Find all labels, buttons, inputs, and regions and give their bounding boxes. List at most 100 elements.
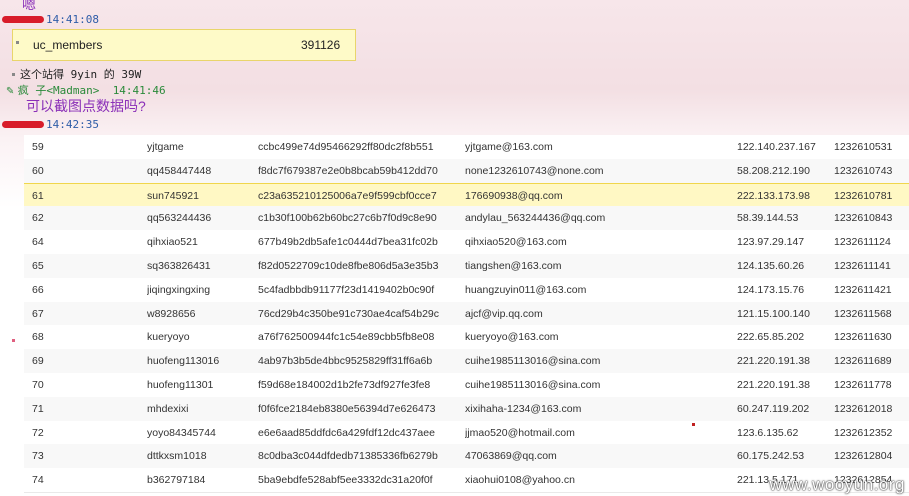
cell-ip: 222.133.173.98 [737,189,810,202]
cell-password-hash: c1b30f100b62b60bc27c6b7f0d9c8e90 [258,212,437,225]
cell-email: cuihe1985113016@sina.com [465,355,601,368]
cell-email: xixihaha-1234@163.com [465,402,582,415]
cell-ip: 221.220.191.38 [737,355,810,368]
cell-email: huangzuyin011@163.com [465,283,587,296]
cell-timestamp: 1232610743 [834,164,893,177]
table-name: uc_members [33,38,103,52]
cell-password-hash: f8dc7f679387e2e0b8bcab59b412dd70 [258,164,438,177]
cell-timestamp: 1232612804 [834,450,893,463]
cell-password-hash: 8c0dba3c044dfdedb71385336fb6279b [258,450,438,463]
cell-id: 74 [32,474,44,487]
table-row: 72 yoyo84345744 e6e6aad85ddfdc6a429fdf12dc… [24,420,909,446]
watermark: www.wooyun.org [769,475,905,494]
cell-username: yoyo84345744 [147,426,216,439]
timestamp: 14:42:35 [46,118,99,131]
cell-username: qq458447448 [147,164,212,177]
cell-id: 67 [32,307,44,320]
stray-dot [12,339,15,342]
cell-id: 68 [32,331,44,344]
cell-password-hash: 5c4fadbbdb91177f23d1419402b0c90f [258,283,435,296]
cell-id: 70 [32,379,44,391]
cell-ip: 222.65.85.202 [737,331,805,344]
cell-password-hash: 5ba9ebdfe528abf5ee3332dc31a20f0f [258,474,433,487]
cell-id: 65 [32,260,44,272]
cell-password-hash: c23a635210125006a7e9f599cbf0cce7 [258,189,437,202]
cell-id: 71 [32,402,44,415]
cell-email: tiangshen@163.com [465,260,562,272]
cell-username: dttkxsm1018 [147,450,207,463]
uc-members-box: uc_members 391126 [12,29,356,61]
cell-id: 62 [32,212,44,225]
cell-timestamp: 1232611141 [834,260,891,272]
chat-timestamp-line: 14:41:08 [2,12,99,26]
cell-username: jiqingxingxing [147,283,211,296]
members-table: 59 yjtgame ccbc499e74d95466292ff80dc2f8b55… [0,135,909,496]
cell-password-hash: f0f6fce2184eb8380e56394d7e626473 [258,402,436,415]
timestamp: 14:41:08 [46,13,99,26]
cell-username: huofeng113016 [147,355,220,368]
pen-icon: ✎ [6,86,15,97]
cell-id: 72 [32,426,44,439]
table-row: 60 qq458447448 f8dc7f679387e2e0b8bcab59b41… [24,158,909,184]
cell-email: yjtgame@163.com [465,141,553,153]
cell-ip: 123.6.135.62 [737,426,799,439]
cell-email: andylau_563244436@qq.com [465,212,606,225]
table-row: 62 qq563244436 c1b30f100b62b60bc27c6b7f0d9… [24,206,909,232]
cell-ip: 58.208.212.190 [737,164,810,177]
cell-timestamp: 1232612352 [834,426,893,439]
cell-ip: 123.97.29.147 [737,236,805,249]
cell-password-hash: 76cd29b4c350be91c730ae4caf54b29c [258,307,439,320]
cell-timestamp: 1232611689 [834,355,892,368]
redacted-nickname [2,16,44,24]
cell-ip: 124.173.15.76 [737,283,805,296]
cell-username: kueryoyo [147,331,190,344]
row-count: 391126 [301,38,341,52]
cell-password-hash: f82d0522709c10de8fbe806d5a3e35b3 [258,260,439,272]
cell-id: 59 [32,141,44,153]
cell-username: huofeng11301 [147,379,214,391]
cell-id: 60 [32,164,44,177]
cell-password-hash: 4ab97b3b5de4bbc9525829ff31ff6a6b [258,355,433,368]
cell-timestamp: 1232611568 [834,307,892,320]
cell-id: 64 [32,236,44,249]
cell-timestamp: 1232611124 [834,236,891,249]
cell-email: 47063869@qq.com [465,450,557,463]
cell-id: 61 [32,189,44,202]
chat-timestamp-line-2: 14:42:35 [2,117,99,131]
table-row: 71 mhdexixi f0f6fce2184eb8380e56394d7e6264… [24,396,909,422]
cell-email: none1232610743@none.com [465,164,604,177]
cell-email: 176690938@qq.com [465,189,563,202]
cell-email: kueryoyo@163.com [465,331,559,344]
cell-password-hash: f59d68e184002d1b2fe73df927fe3fe8 [258,379,431,391]
cell-username: sun745921 [147,189,199,202]
cell-ip: 60.247.119.202 [737,402,810,415]
cell-timestamp: 1232610531 [834,141,893,153]
top-fragment-text: 嗯 [22,0,36,12]
stray-dot [692,423,695,426]
cell-email: xiaohui0108@yahoo.cn [465,474,575,487]
cell-username: qq563244436 [147,212,212,225]
cell-timestamp: 1232610843 [834,212,893,225]
cell-username: qihxiao521 [147,236,198,249]
cell-ip: 221.220.191.38 [737,379,810,391]
cell-ip: 121.15.100.140 [737,307,810,320]
cell-timestamp: 1232611630 [834,331,892,344]
cell-id: 73 [32,450,44,463]
table-row: 65 sq363826431 f82d0522709c10de8fbe806d5a3… [24,254,909,279]
cell-ip: 124.135.60.26 [737,260,805,272]
table-row: 73 dttkxsm1018 8c0dba3c044dfdedb71385336fb… [24,444,909,470]
question-text: 可以截图点数据吗? [26,98,146,114]
cell-email: cuihe1985113016@sina.com [465,379,601,391]
cell-ip: 122.140.237.167 [737,141,816,153]
cell-password-hash: 677b49b2db5afe1c0444d7bea31fc02b [258,236,438,249]
table-row: 59 yjtgame ccbc499e74d95466292ff80dc2f8b55… [24,135,909,160]
cell-timestamp: 1232611421 [834,283,892,296]
message-text: 这个站得 9yin 的 39W [20,68,142,81]
chat-message: 这个站得 9yin 的 39W [12,66,141,82]
cell-email: ajcf@vip.qq.com [465,307,543,320]
cell-ip: 58.39.144.53 [737,212,799,225]
table-row: 70 huofeng11301 f59d68e184002d1b2fe73df927… [24,373,909,398]
cell-email: qihxiao520@163.com [465,236,567,249]
cell-password-hash: e6e6aad85ddfdc6a429fdf12dc437aee [258,426,435,439]
cell-username: b362797184 [147,474,206,487]
